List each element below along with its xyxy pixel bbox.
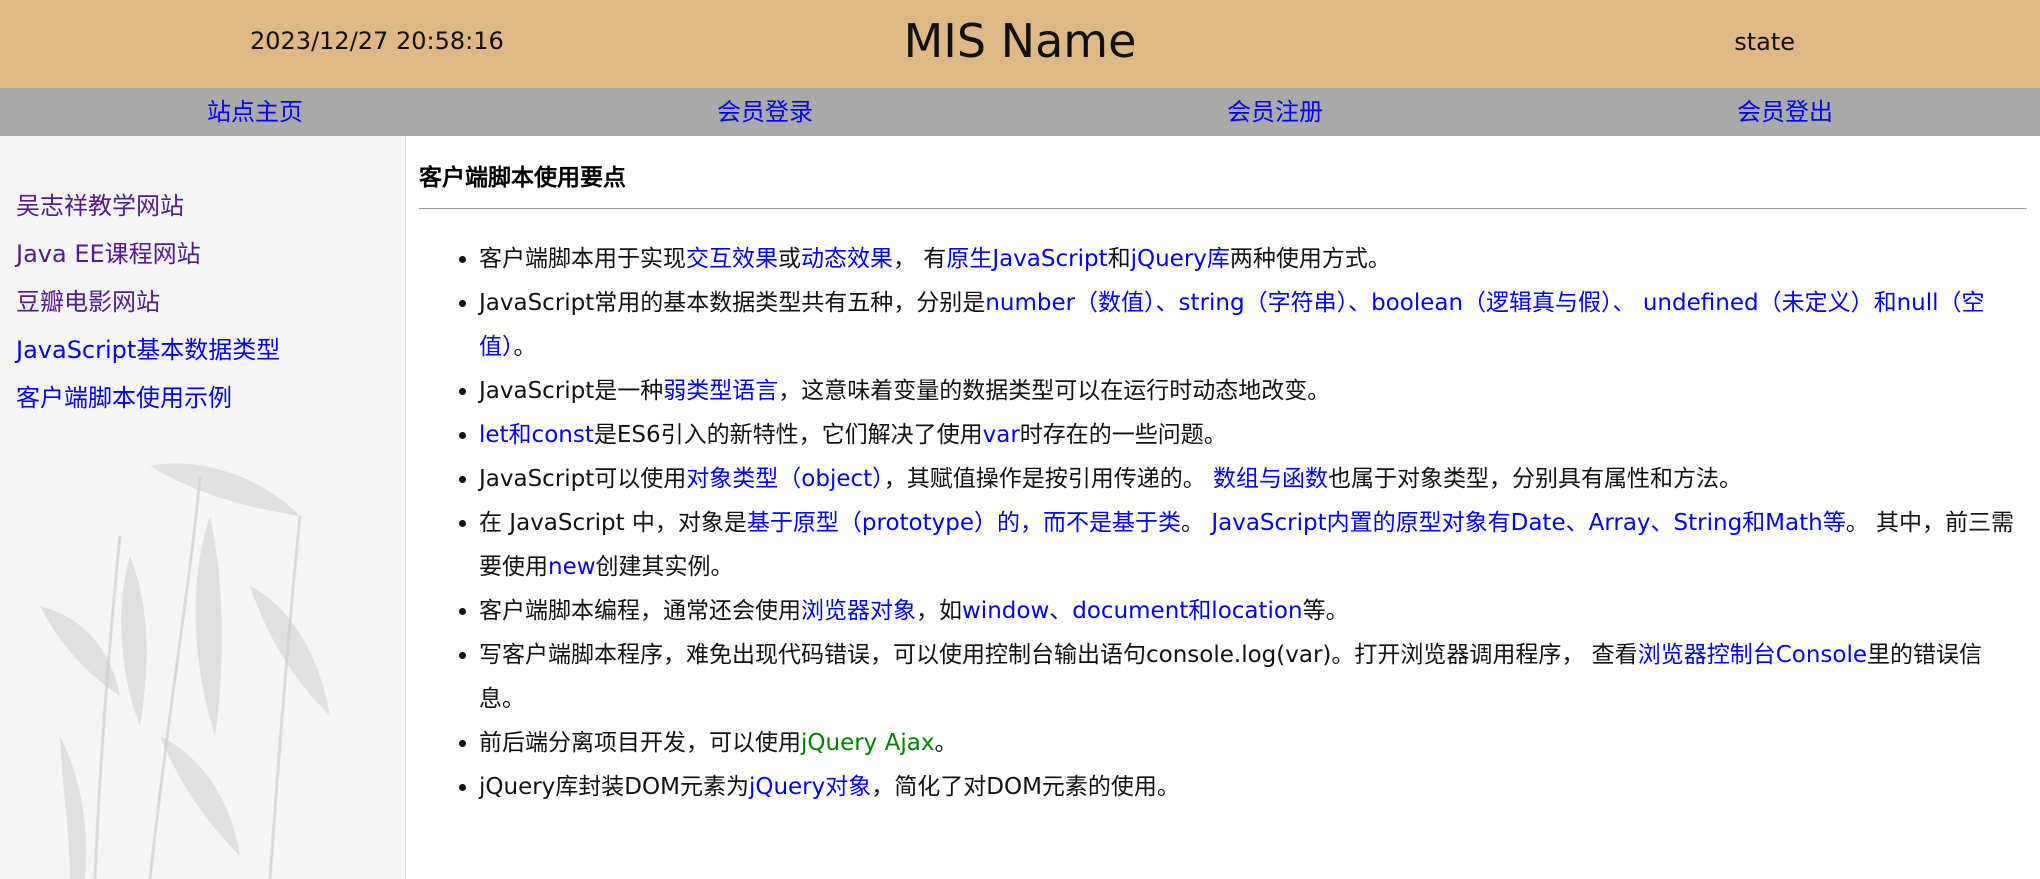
content-heading: 客户端脚本使用要点 [419,158,2027,209]
highlight-text: 原生JavaScript [946,246,1108,272]
list-item: JavaScript是一种弱类型语言，这意味着变量的数据类型可以在运行时动态地改… [479,369,2027,413]
header: 2023/12/27 20:58:16 MIS Name state [0,0,2040,88]
text-segment: jQuery库封装DOM元素为 [479,774,749,800]
login-state: state [1734,28,1795,56]
text-segment: 两种使用方式。 [1229,246,1391,272]
text-segment: 是ES6引入的新特性，它们解决了使用 [593,422,983,448]
highlight-text: JavaScript内置的原型对象有Date、Array、String和Math… [1211,510,1846,536]
text-segment: ，这意味着变量的数据类型可以在运行时动态地改变。 [778,378,1331,404]
nav-login-link[interactable]: 会员登录 [510,88,1020,136]
highlight-text: let和const [479,422,594,448]
text-segment: 。 [934,730,958,756]
nav-logout-link[interactable]: 会员登出 [1530,88,2040,136]
highlight-text: 浏览器控制台Console [1637,642,1867,668]
sidebar-item[interactable]: JavaScript基本数据类型 [16,326,405,374]
highlight-text: jQuery Ajax [801,730,935,756]
nav-bar: 站点主页 会员登录 会员注册 会员登出 [0,88,2040,136]
text-segment: 也属于对象类型，分别具有属性和方法。 [1328,466,1742,492]
text-segment: 或 [778,246,801,272]
text-segment: 客户端脚本用于实现 [479,246,686,272]
list-item: 在 JavaScript 中，对象是基于原型（prototype）的，而不是基于… [479,501,2027,589]
text-segment: ，其赋值操作是按引用传递的。 [883,466,1213,492]
text-segment: 前后端分离项目开发，可以使用 [479,730,801,756]
highlight-text: 弱类型语言 [663,378,779,404]
text-segment: ，简化了对DOM元素的使用。 [871,774,1180,800]
text-segment: JavaScript是一种 [479,378,664,404]
sidebar-link-douban-movie[interactable]: 豆瓣电影网站 [16,288,160,316]
list-item: JavaScript可以使用对象类型（object），其赋值操作是按引用传递的。… [479,457,2027,501]
text-segment: ， 有 [893,246,947,272]
text-segment: JavaScript可以使用 [479,466,687,492]
text-segment: 写客户端脚本程序，难免出现代码错误，可以使用控制台输出语句console.log… [479,642,1638,668]
nav-home-link[interactable]: 站点主页 [0,88,510,136]
highlight-text: 浏览器对象 [801,598,916,624]
highlight-text: 数组与函数 [1213,466,1328,492]
highlight-text: window、document和location [962,598,1303,624]
sidebar-link-wu-teaching-site[interactable]: 吴志祥教学网站 [16,192,184,220]
sidebar: 吴志祥教学网站 Java EE课程网站 豆瓣电影网站 JavaScript基本数… [0,136,406,879]
text-segment: 和 [1107,246,1131,272]
sidebar-link-client-script-examples[interactable]: 客户端脚本使用示例 [16,384,232,412]
text-segment: JavaScript常用的基本数据类型共有五种，分别是 [479,290,986,316]
text-segment: 在 JavaScript 中，对象是 [479,510,747,536]
list-item: 前后端分离项目开发，可以使用jQuery Ajax。 [479,721,2027,765]
list-item: let和const是ES6引入的新特性，它们解决了使用var时存在的一些问题。 [479,413,2027,457]
highlight-text: 动态效果 [801,246,893,272]
list-item: jQuery库封装DOM元素为jQuery对象，简化了对DOM元素的使用。 [479,765,2027,809]
key-points-list: 客户端脚本用于实现交互效果或动态效果， 有原生JavaScript和jQuery… [419,237,2027,809]
text-segment: ，如 [916,598,962,624]
highlight-text: var [982,422,1020,448]
highlight-text: jQuery库 [1130,246,1230,272]
text-segment: 。 [1181,510,1212,536]
highlight-text: 基于原型（prototype）的，而不是基于类 [746,510,1182,536]
text-segment: 时存在的一些问题。 [1019,422,1227,448]
list-item: 客户端脚本用于实现交互效果或动态效果， 有原生JavaScript和jQuery… [479,237,2027,281]
highlight-text: 对象类型（object） [686,466,884,492]
highlight-text: new [548,554,596,580]
sidebar-link-js-data-types[interactable]: JavaScript基本数据类型 [16,336,280,364]
list-item: 客户端脚本编程，通常还会使用浏览器对象，如window、document和loc… [479,589,2027,633]
sidebar-item[interactable]: Java EE课程网站 [16,230,405,278]
sidebar-link-javaee-course[interactable]: Java EE课程网站 [16,240,201,268]
sidebar-item[interactable]: 豆瓣电影网站 [16,278,405,326]
nav-register-link[interactable]: 会员注册 [1020,88,1530,136]
sidebar-item[interactable]: 吴志祥教学网站 [16,182,405,230]
main-content: 客户端脚本使用要点 客户端脚本用于实现交互效果或动态效果， 有原生JavaScr… [406,136,2040,879]
text-segment: 客户端脚本编程，通常还会使用 [479,598,801,624]
list-item: 写客户端脚本程序，难免出现代码错误，可以使用控制台输出语句console.log… [479,633,2027,721]
highlight-text: 交互效果 [686,246,778,272]
list-item: JavaScript常用的基本数据类型共有五种，分别是number（数值）、st… [479,281,2027,369]
highlight-text: jQuery对象 [748,774,872,800]
text-segment: 等。 [1302,598,1349,624]
text-segment: 。 [513,334,537,360]
text-segment: 创建其实例。 [595,554,734,580]
sidebar-item[interactable]: 客户端脚本使用示例 [16,374,405,422]
